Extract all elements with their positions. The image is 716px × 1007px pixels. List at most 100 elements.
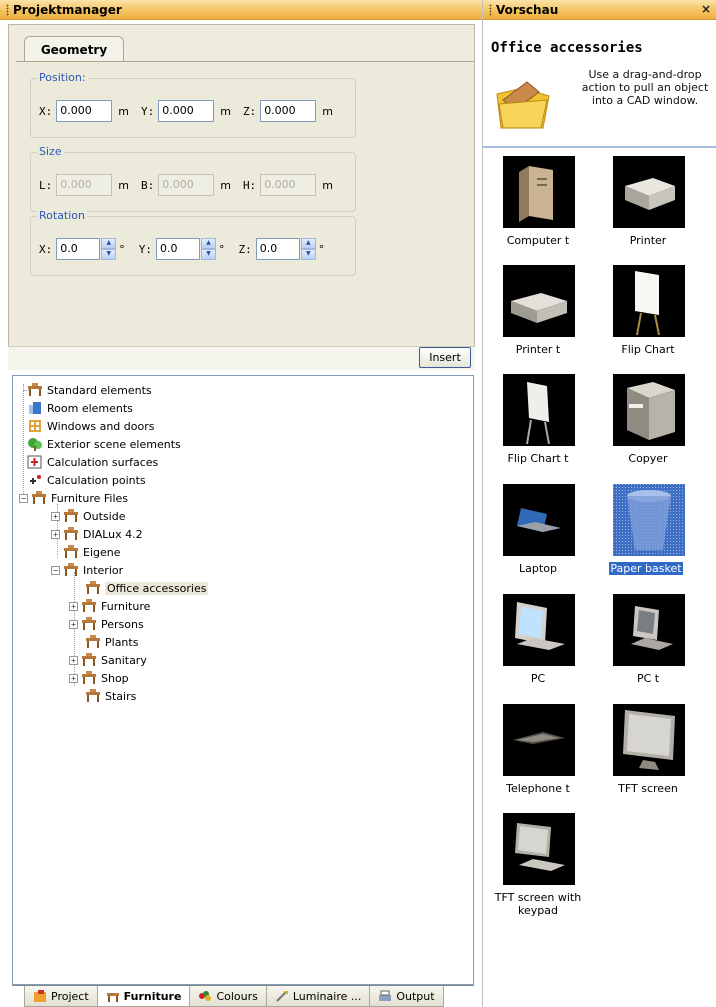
tree-item-room-elements[interactable]: Room elements: [27, 399, 133, 417]
size-h-label: H:: [242, 178, 257, 192]
rot-y-stepper[interactable]: 0.0 ▲ ▼: [156, 238, 216, 260]
item-caption: Computer t: [506, 234, 570, 247]
tree-item-label: Furniture Files: [51, 491, 129, 505]
tree-item-windows-doors[interactable]: Windows and doors: [27, 417, 155, 435]
size-l-label: L:: [39, 178, 53, 192]
tree-item-plants[interactable]: Plants: [85, 633, 138, 651]
tree-item-label: Persons: [101, 617, 144, 631]
tab-geometry[interactable]: Geometry: [24, 36, 124, 62]
pos-y-unit: m: [220, 104, 231, 118]
spin-up-icon[interactable]: ▲: [101, 238, 117, 249]
tab-output[interactable]: Output: [369, 986, 444, 1007]
tree-item-furniture-files[interactable]: − Furniture Files: [19, 489, 128, 507]
tree-item-exterior-scene[interactable]: Exterior scene elements: [27, 435, 181, 453]
rot-x-spin-buttons[interactable]: ▲ ▼: [101, 238, 117, 260]
tab-label: Furniture: [123, 989, 182, 1003]
tree-item-label: Windows and doors: [47, 419, 155, 433]
tree-item-persons[interactable]: + Persons: [69, 615, 144, 633]
tab-label: Project: [51, 989, 89, 1003]
rot-z-input[interactable]: 0.0: [255, 238, 300, 260]
item-flip-chart-t[interactable]: Flip Chart t: [483, 374, 593, 474]
tree-item-shop[interactable]: + Shop: [69, 669, 129, 687]
item-laptop[interactable]: Laptop: [483, 484, 593, 584]
spin-up-icon[interactable]: ▲: [300, 238, 316, 249]
rot-y-spin-buttons[interactable]: ▲ ▼: [201, 238, 216, 260]
item-caption: TFT screen: [618, 782, 678, 795]
tree-item-furniture[interactable]: + Furniture: [69, 597, 150, 615]
tree-item-office-accessories[interactable]: Office accessories: [85, 579, 209, 597]
pos-z-unit: m: [322, 104, 333, 118]
rot-z-label: Z:: [238, 242, 252, 256]
rot-z-spin-buttons[interactable]: ▲ ▼: [300, 238, 316, 260]
rot-y-input[interactable]: 0.0: [156, 238, 200, 260]
item-copyer[interactable]: Copyer: [593, 374, 703, 474]
item-printer-t[interactable]: Printer t: [483, 265, 593, 365]
pc-thumbnail: [503, 594, 575, 666]
grip-icon[interactable]: [6, 4, 9, 16]
collapse-icon[interactable]: −: [51, 565, 60, 575]
collapse-icon[interactable]: −: [19, 493, 28, 503]
pos-x-input[interactable]: 0.000: [56, 100, 113, 122]
expand-icon[interactable]: +: [69, 655, 78, 665]
tab-furniture[interactable]: Furniture: [96, 986, 191, 1007]
pos-z-input[interactable]: 0.000: [260, 100, 317, 122]
size-h-input: 0.000: [260, 174, 317, 196]
close-icon[interactable]: ×: [701, 2, 711, 16]
tree-item-calc-surfaces[interactable]: Calculation surfaces: [27, 453, 158, 471]
expand-icon[interactable]: +: [51, 529, 60, 539]
item-printer[interactable]: Printer: [593, 156, 703, 256]
item-caption: Flip Chart: [621, 343, 675, 356]
category-title: Office accessories: [491, 40, 643, 56]
item-caption: Printer t: [515, 343, 561, 356]
item-tft-screen-keypad[interactable]: TFT screen with keypad: [483, 813, 593, 933]
pos-y-input[interactable]: 0.000: [158, 100, 215, 122]
printer-thumbnail: [613, 156, 685, 228]
rot-x-stepper[interactable]: 0.0 ▲ ▼: [56, 238, 117, 260]
spin-down-icon[interactable]: ▼: [101, 249, 117, 260]
telephone-thumbnail: [503, 704, 575, 776]
grip-icon[interactable]: [489, 4, 492, 16]
spin-down-icon[interactable]: ▼: [201, 249, 216, 260]
expand-icon[interactable]: +: [69, 673, 78, 683]
tree-item-stairs[interactable]: Stairs: [85, 687, 136, 705]
tab-colours[interactable]: Colours: [189, 986, 267, 1007]
tree-connector: [23, 384, 24, 500]
expand-icon[interactable]: +: [69, 601, 78, 611]
flip-chart-thumbnail: [613, 265, 685, 337]
tree-item-sanitary[interactable]: + Sanitary: [69, 651, 147, 669]
item-pc[interactable]: PC: [483, 594, 593, 694]
tree-item-interior[interactable]: − Interior: [51, 561, 123, 579]
tree-item-calc-points[interactable]: Calculation points: [27, 471, 146, 489]
item-computer-t[interactable]: Computer t: [483, 156, 593, 256]
furniture-icon: [85, 635, 101, 649]
tree-item-dialux[interactable]: + DIALux 4.2: [51, 525, 143, 543]
item-telephone-t[interactable]: Telephone t: [483, 704, 593, 804]
item-flip-chart[interactable]: Flip Chart: [593, 265, 703, 365]
item-caption: Telephone t: [506, 782, 570, 795]
item-pc-t[interactable]: PC t: [593, 594, 703, 694]
spin-down-icon[interactable]: ▼: [300, 249, 316, 260]
tree-item-outside[interactable]: + Outside: [51, 507, 125, 525]
item-paper-basket[interactable]: Paper basket: [593, 484, 703, 584]
tree-item-eigene[interactable]: Eigene: [63, 543, 121, 561]
printer-icon: [378, 990, 392, 1002]
expand-icon[interactable]: +: [69, 619, 78, 629]
tab-label: Output: [396, 989, 435, 1003]
preview-header: Vorschau ×: [483, 0, 716, 20]
geometry-page: Position: X: 0.000 m Y: 0.000 m Z: 0.000…: [16, 61, 474, 343]
expand-icon[interactable]: +: [51, 511, 60, 521]
tab-luminaire[interactable]: Luminaire ...: [265, 986, 371, 1007]
bottom-tab-bar: Project Furniture Colours Luminaire ... …: [12, 985, 474, 1007]
rot-z-stepper[interactable]: 0.0 ▲ ▼: [255, 238, 316, 260]
item-tft-screen[interactable]: TFT screen: [593, 704, 703, 804]
tab-project[interactable]: Project: [24, 986, 98, 1007]
insert-button[interactable]: Insert: [419, 347, 471, 368]
rot-x-unit: °: [119, 242, 125, 256]
rot-x-input[interactable]: 0.0: [56, 238, 101, 260]
tree-item-standard-elements[interactable]: Standard elements: [23, 381, 152, 399]
spin-up-icon[interactable]: ▲: [201, 238, 216, 249]
paper-basket-thumbnail: [613, 484, 685, 556]
rot-y-unit: °: [219, 242, 225, 256]
rotation-group-title: Rotation: [37, 209, 88, 222]
furniture-tree[interactable]: Standard elements Room elements Windows …: [12, 375, 474, 985]
